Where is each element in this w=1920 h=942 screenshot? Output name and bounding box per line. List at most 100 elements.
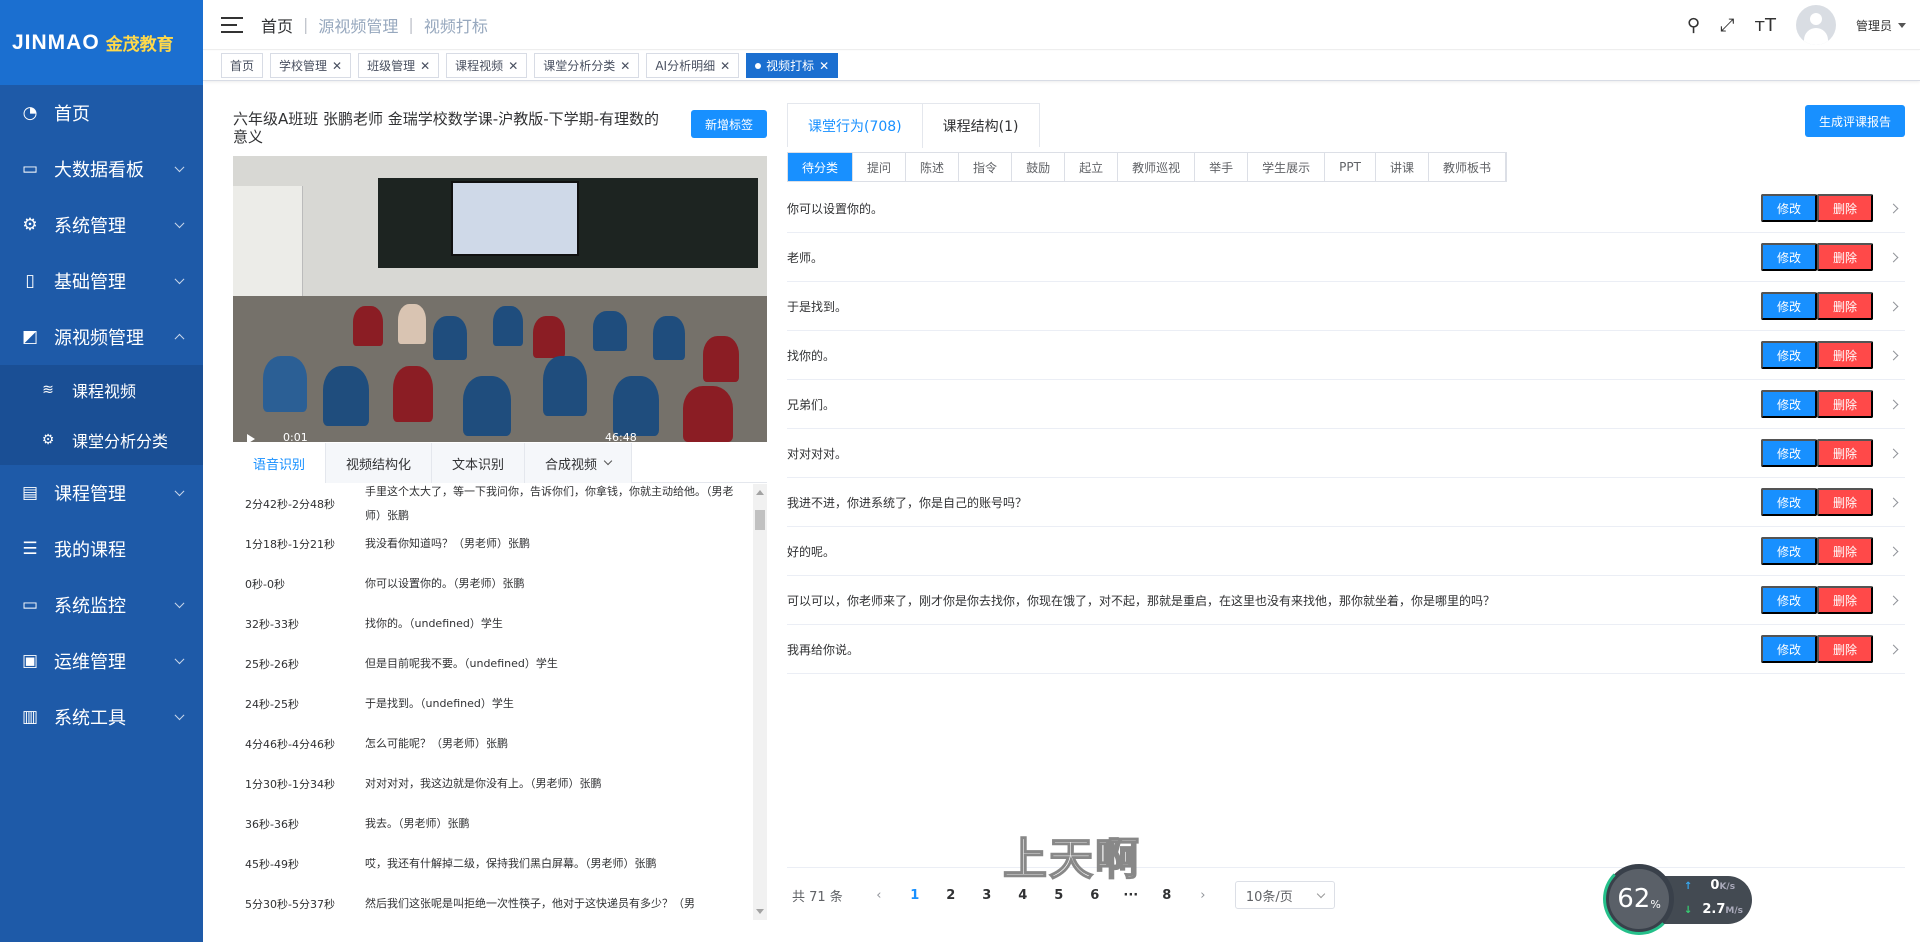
category-tab[interactable]: 教师巡视 — [1118, 153, 1196, 181]
category-tab[interactable]: 待分类 — [788, 153, 854, 181]
page-number[interactable]: 6 — [1077, 888, 1113, 903]
logo[interactable]: JINMAO 金茂教育 — [0, 0, 203, 85]
list-item[interactable]: 4分46秒-4分46秒 怎么可能呢？（男老师）张鹏 — [233, 724, 767, 764]
delete-button[interactable]: 删除 — [1817, 243, 1873, 271]
table-row[interactable]: 好的呢。 修改 删除 — [787, 527, 1905, 576]
chevron-right-icon[interactable] — [1888, 301, 1899, 311]
table-row[interactable]: 可以可以，你老师来了，刚才你是你去找你，你现在饿了，对不起，那就是重启，在这里也… — [787, 576, 1905, 625]
sidebar-item-tools[interactable]: ▥ 系统工具 — [0, 689, 203, 745]
fullscreen-icon[interactable]: ⤢ — [1720, 15, 1734, 36]
chevron-right-icon[interactable] — [1888, 595, 1899, 605]
table-row[interactable]: 兄弟们。 修改 删除 — [787, 380, 1905, 429]
delete-button[interactable]: 删除 — [1817, 194, 1873, 222]
category-tab[interactable]: 指令 — [959, 153, 1013, 181]
tag-class[interactable]: 班级管理 ✕ — [358, 53, 440, 78]
table-row[interactable]: 你可以设置你的。 修改 删除 — [787, 184, 1905, 233]
category-tab[interactable]: 举手 — [1195, 153, 1249, 181]
chevron-right-icon[interactable] — [1888, 399, 1899, 409]
tag-home[interactable]: 首页 — [221, 53, 264, 78]
list-item[interactable]: 24秒-25秒 于是找到。（undefined）学生 — [233, 684, 767, 724]
video-player[interactable]: 0:01 46:48 — [233, 156, 767, 442]
sidebar-item-my-course[interactable]: ☰ 我的课程 — [0, 521, 203, 577]
chevron-right-icon[interactable] — [1888, 350, 1899, 360]
category-tab[interactable]: 起立 — [1065, 153, 1119, 181]
tab-speech-recognition[interactable]: 语音识别 — [233, 443, 327, 483]
page-number[interactable]: 3 — [969, 888, 1005, 903]
delete-button[interactable]: 删除 — [1817, 635, 1873, 663]
tab-text-recognition[interactable]: 文本识别 — [432, 443, 526, 483]
tag-school[interactable]: 学校管理 ✕ — [270, 53, 352, 78]
table-row[interactable]: 老师。 修改 删除 — [787, 233, 1905, 282]
category-tab[interactable]: 鼓励 — [1012, 153, 1066, 181]
chevron-right-icon[interactable] — [1888, 644, 1899, 654]
table-row[interactable]: 我再给你说。 修改 删除 — [787, 625, 1905, 674]
list-item[interactable]: 36秒-36秒 我去。（男老师）张鹏 — [233, 804, 767, 844]
list-item[interactable]: 2分42秒-2分48秒 手里这个太大了，等一下我问你，告诉你们，你拿钱，你就主动给… — [233, 484, 767, 524]
search-icon[interactable]: ⚲ — [1687, 15, 1700, 36]
sidebar-subitem-class-analysis[interactable]: ⚙ 课堂分析分类 — [0, 415, 203, 465]
category-tab[interactable]: 提问 — [853, 153, 907, 181]
table-row[interactable]: 我进不进，你进系统了，你是自己的账号吗？ 修改 删除 — [787, 478, 1905, 527]
delete-button[interactable]: 删除 — [1817, 488, 1873, 516]
prev-page-icon[interactable]: ‹ — [861, 888, 897, 903]
list-item[interactable]: 1分30秒-1分34秒 对对对对，我这边就是你没有上。（男老师）张鹏 — [233, 764, 767, 804]
close-icon[interactable]: ✕ — [508, 59, 518, 73]
delete-button[interactable]: 删除 — [1817, 292, 1873, 320]
font-size-icon[interactable]: ᴛT — [1755, 15, 1776, 36]
close-icon[interactable]: ✕ — [819, 59, 829, 73]
page-number[interactable]: 5 — [1041, 888, 1077, 903]
category-tab[interactable]: PPT — [1325, 153, 1376, 181]
page-number[interactable]: 8 — [1149, 888, 1185, 903]
sidebar-item-system[interactable]: ⚙ 系统管理 — [0, 197, 203, 253]
tab-class-behavior[interactable]: 课堂行为(708) — [788, 104, 923, 148]
avatar[interactable] — [1795, 5, 1836, 45]
tab-video-structure[interactable]: 视频结构化 — [326, 443, 433, 483]
sidebar-item-basic[interactable]: ▯ 基础管理 — [0, 253, 203, 309]
chevron-right-icon[interactable] — [1888, 546, 1899, 556]
tag-ai-detail[interactable]: AI分析明细 ✕ — [646, 53, 740, 78]
play-icon[interactable] — [247, 434, 255, 442]
sidebar-item-home[interactable]: ◔ 首页 — [0, 85, 203, 141]
tag-class-analysis[interactable]: 课堂分析分类 ✕ — [534, 53, 640, 78]
edit-button[interactable]: 修改 — [1761, 537, 1817, 565]
close-icon[interactable]: ✕ — [420, 59, 430, 73]
category-tab[interactable]: 陈述 — [906, 153, 960, 181]
user-name[interactable]: 管理员 — [1856, 17, 1892, 34]
tag-course-video[interactable]: 课程视频 ✕ — [446, 53, 528, 78]
page-size-select[interactable]: 10条/页 — [1234, 881, 1335, 909]
edit-button[interactable]: 修改 — [1761, 341, 1817, 369]
list-item[interactable]: 32秒-33秒 找你的。（undefined）学生 — [233, 604, 767, 644]
network-speed-widget[interactable]: 62% ↑ 0K/s ↓ 2.7M/s — [1603, 863, 1752, 935]
close-icon[interactable]: ✕ — [620, 59, 630, 73]
tag-video-tagging[interactable]: 视频打标 ✕ — [746, 53, 839, 78]
edit-button[interactable]: 修改 — [1761, 635, 1817, 663]
add-tag-button[interactable]: 新增标签 — [690, 110, 767, 138]
edit-button[interactable]: 修改 — [1761, 390, 1817, 418]
chevron-right-icon[interactable] — [1888, 497, 1899, 507]
sidebar-subitem-course-video[interactable]: ≋ 课程视频 — [0, 365, 203, 415]
sidebar-item-bigdata[interactable]: ▭ 大数据看板 — [0, 141, 203, 197]
chevron-right-icon[interactable] — [1888, 252, 1899, 262]
hamburger-icon[interactable] — [221, 16, 243, 34]
delete-button[interactable]: 删除 — [1817, 390, 1873, 418]
edit-button[interactable]: 修改 — [1761, 243, 1817, 271]
sidebar-item-ops[interactable]: ▣ 运维管理 — [0, 633, 203, 689]
page-number[interactable]: 2 — [933, 888, 969, 903]
sidebar-item-source-video[interactable]: ◩ 源视频管理 — [0, 309, 203, 365]
more-pages[interactable]: ··· — [1113, 888, 1149, 903]
edit-button[interactable]: 修改 — [1761, 194, 1817, 222]
list-item[interactable]: 1分18秒-1分21秒 我没看你知道吗？（男老师）张鹏 — [233, 524, 767, 564]
chevron-right-icon[interactable] — [1888, 203, 1899, 213]
close-icon[interactable]: ✕ — [332, 59, 342, 73]
delete-button[interactable]: 删除 — [1817, 439, 1873, 467]
delete-button[interactable]: 删除 — [1817, 537, 1873, 565]
tab-compose-video[interactable]: 合成视频 — [525, 443, 633, 483]
delete-button[interactable]: 删除 — [1817, 586, 1873, 614]
category-tab[interactable]: 学生展示 — [1248, 153, 1326, 181]
list-item[interactable]: 5分30秒-5分37秒 然后我们这张呢是叫拒绝一次性筷子，他对于这快递员有多少？（… — [233, 884, 767, 920]
next-page-icon[interactable]: › — [1185, 888, 1221, 903]
generate-report-button[interactable]: 生成评课报告 — [1804, 105, 1905, 137]
page-number[interactable]: 4 — [1005, 888, 1041, 903]
delete-button[interactable]: 删除 — [1817, 341, 1873, 369]
breadcrumb-item[interactable]: 首页 — [261, 13, 293, 37]
